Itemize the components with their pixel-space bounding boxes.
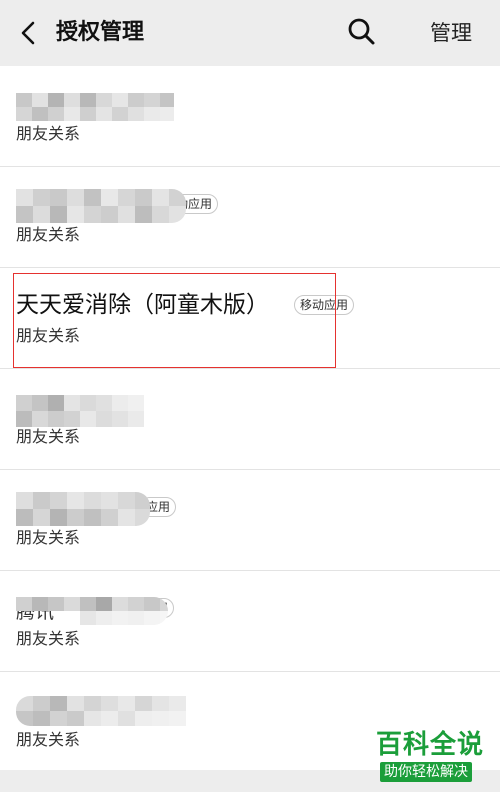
permission-label: 朋友关系 <box>16 124 81 143</box>
app-type-badge: 移动应用 <box>294 295 355 315</box>
watermark-title: 百科全说 <box>376 730 485 760</box>
blurred-app-name <box>16 597 168 625</box>
permission-label: 朋友关系 <box>16 326 81 345</box>
permission-label: 朋友关系 <box>16 629 81 648</box>
manage-button[interactable]: 管理 <box>430 16 472 50</box>
blurred-app-name <box>16 696 190 726</box>
watermark-logo: 百科全说 助你轻松解决 <box>368 730 492 786</box>
permission-label: 朋友关系 <box>16 730 81 749</box>
permission-label: 朋友关系 <box>16 427 81 446</box>
list-item[interactable]: 朋友关系 <box>0 369 500 470</box>
blurred-app-name <box>16 492 150 526</box>
blurred-app-name <box>16 395 144 427</box>
permission-label: 朋友关系 <box>16 528 81 547</box>
search-icon[interactable] <box>346 16 378 48</box>
permission-label: 朋友关系 <box>16 225 81 244</box>
list-item[interactable]: 朋友关系 <box>0 66 500 167</box>
page-title: 授权管理 <box>56 20 145 45</box>
app-name: 天天爱消除（阿童木版） <box>16 292 269 318</box>
list-item[interactable]: 动应用 朋友关系 <box>0 167 500 268</box>
watermark-subtitle: 助你轻松解决 <box>380 762 472 782</box>
top-bar: 授权管理 管理 <box>0 0 500 66</box>
blurred-app-name <box>16 93 174 121</box>
authorized-app-list: 朋友关系 动应用 朋友关系 天天爱消除（阿童木版） 移动应用 朋友关系 朋友关系… <box>0 66 500 773</box>
list-item[interactable]: 天天爱消除（阿童木版） 移动应用 朋友关系 <box>0 268 500 369</box>
back-icon[interactable] <box>14 18 44 48</box>
blurred-app-name <box>16 189 186 223</box>
list-item[interactable]: 腾讯 用 朋友关系 <box>0 571 500 672</box>
list-item[interactable]: 应用 朋友关系 <box>0 470 500 571</box>
